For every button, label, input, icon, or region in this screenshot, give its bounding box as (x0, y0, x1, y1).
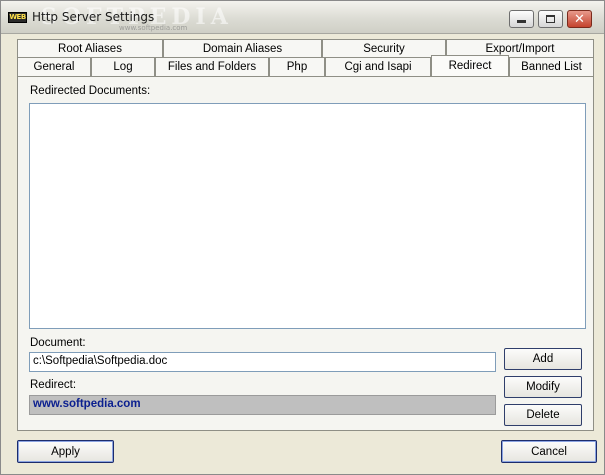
tab-label: Redirect (448, 60, 492, 72)
tab-security[interactable]: Security (322, 39, 446, 58)
close-button[interactable]: ✕ (567, 10, 592, 28)
delete-button[interactable]: Delete (504, 404, 582, 426)
tab-label: General (33, 61, 75, 73)
tab-cgi-and-isapi[interactable]: Cgi and Isapi (325, 57, 431, 76)
settings-window: WEB SOFTPEDIA www.softpedia.com Http Ser… (0, 0, 605, 475)
tab-label: Files and Folders (167, 61, 257, 73)
tab-log[interactable]: Log (91, 57, 155, 76)
cancel-button[interactable]: Cancel (501, 440, 597, 463)
add-button[interactable]: Add (504, 348, 582, 370)
redirected-documents-list[interactable] (29, 103, 586, 329)
tab-label: Root Aliases (58, 43, 122, 55)
delete-button-label: Delete (526, 409, 560, 421)
tab-label: Export/Import (485, 43, 555, 55)
redirected-documents-label: Redirected Documents: (30, 85, 151, 97)
tab-domain-aliases[interactable]: Domain Aliases (163, 39, 322, 58)
window-title: Http Server Settings (32, 10, 155, 24)
tab-label: Domain Aliases (202, 43, 283, 55)
maximize-icon (546, 15, 555, 23)
title-bar[interactable]: WEB SOFTPEDIA www.softpedia.com Http Ser… (1, 1, 604, 34)
tab-redirect[interactable]: Redirect (431, 55, 509, 76)
minimize-icon (517, 20, 526, 23)
tab-root-aliases[interactable]: Root Aliases (17, 39, 163, 58)
tab-label: Php (286, 61, 308, 73)
document-label: Document: (30, 337, 86, 349)
tab-label: Log (113, 61, 133, 73)
maximize-button[interactable] (538, 10, 563, 28)
redirect-field[interactable]: www.softpedia.com (29, 395, 496, 415)
document-field[interactable]: c:\Softpedia\Softpedia.doc (29, 352, 496, 372)
tab-files-and-folders[interactable]: Files and Folders (155, 57, 269, 76)
watermark-url: www.softpedia.com (119, 24, 188, 32)
tab-php[interactable]: Php (269, 57, 325, 76)
minimize-button[interactable] (509, 10, 534, 28)
close-icon: ✕ (574, 11, 585, 27)
apply-button[interactable]: Apply (17, 440, 114, 463)
redirect-label: Redirect: (30, 379, 77, 391)
app-icon: WEB (8, 12, 27, 23)
modify-button[interactable]: Modify (504, 376, 582, 398)
cancel-button-label: Cancel (531, 445, 567, 458)
tab-label: Cgi and Isapi (344, 61, 412, 73)
modify-button-label: Modify (526, 381, 560, 393)
tab-label: Banned List (521, 61, 582, 73)
tab-banned-list[interactable]: Banned List (509, 57, 594, 76)
tab-general[interactable]: General (17, 57, 91, 76)
tab-label: Security (363, 43, 405, 55)
apply-button-label: Apply (51, 445, 80, 458)
add-button-label: Add (532, 353, 554, 365)
